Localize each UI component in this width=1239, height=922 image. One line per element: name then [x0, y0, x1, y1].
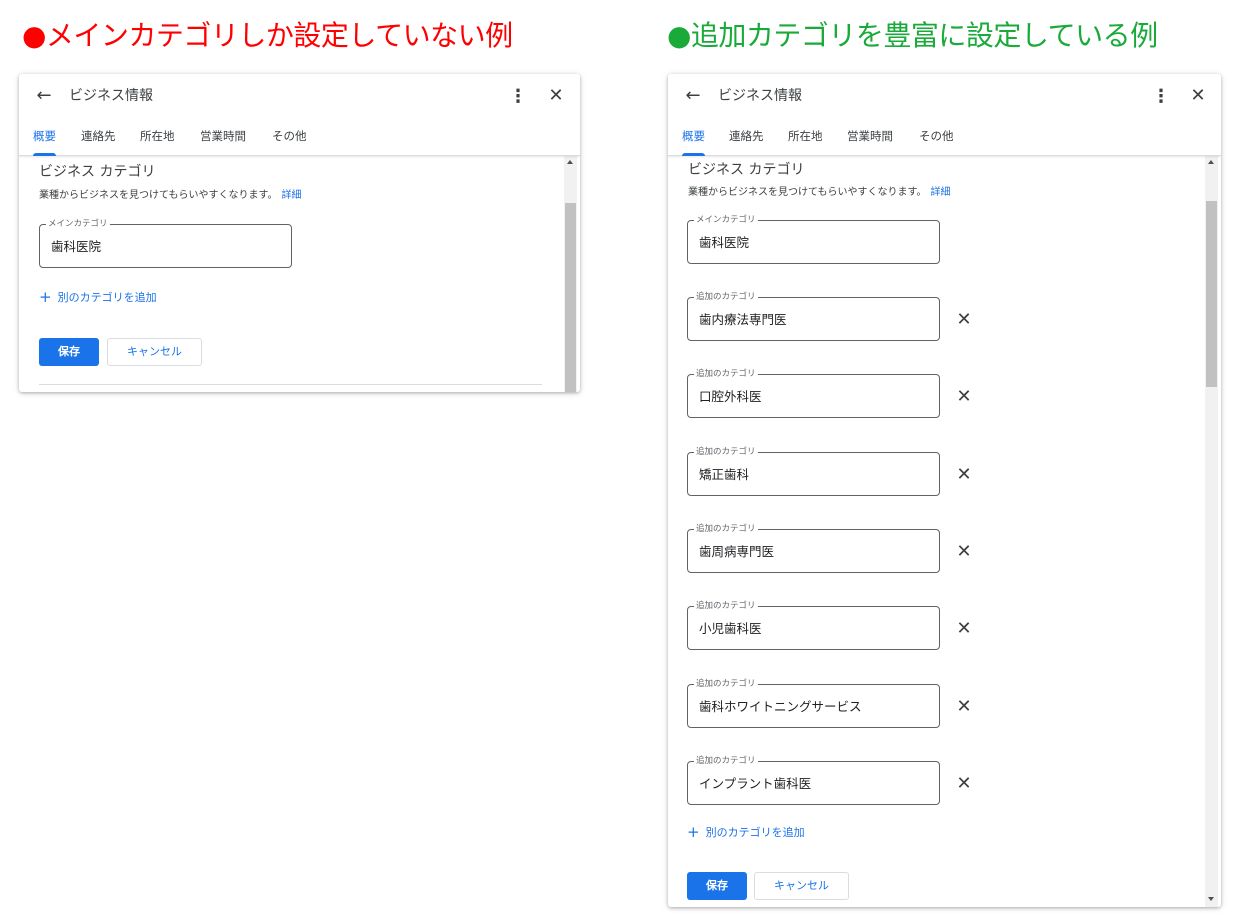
heading-main-only-example: ●メインカテゴリしか設定していない例	[22, 19, 513, 52]
dialog-header: ← ビジネス情報 ⋮ ✕ 概要 連絡先 所在地 営業時間 その他	[19, 74, 580, 156]
field-label: 追加のカテゴリ	[694, 445, 758, 459]
close-icon[interactable]: ✕	[1187, 85, 1209, 107]
scrollbar[interactable]	[564, 156, 577, 392]
field-label: 追加のカテゴリ	[694, 754, 758, 768]
save-button[interactable]: 保存	[39, 338, 99, 366]
remove-category-close-icon[interactable]: ✕	[954, 774, 974, 794]
section-description-text: 業種からビジネスを見つけてもらいやすくなります。	[688, 187, 927, 198]
plus-icon: +	[39, 288, 52, 306]
field-value: 矯正歯科	[699, 467, 750, 482]
remove-category-close-icon[interactable]: ✕	[954, 542, 974, 562]
cancel-button[interactable]: キャンセル	[754, 872, 849, 900]
main-category-field[interactable]: メインカテゴリ 歯科医院	[687, 213, 940, 264]
business-info-dialog-left: ← ビジネス情報 ⋮ ✕ 概要 連絡先 所在地 営業時間 その他 ビジネス カテ…	[19, 74, 580, 392]
additional-category-field[interactable]: 追加のカテゴリ 歯科ホワイトニングサービス	[687, 677, 940, 728]
dialog-title: ビジネス情報	[718, 88, 802, 104]
additional-category-field[interactable]: 追加のカテゴリ 歯周病専門医	[687, 522, 940, 573]
business-info-dialog-right: ← ビジネス情報 ⋮ ✕ 概要 連絡先 所在地 営業時間 その他 ビジネス カテ…	[668, 74, 1221, 907]
plus-icon: +	[687, 823, 700, 841]
divider	[39, 384, 542, 385]
remove-category-close-icon[interactable]: ✕	[954, 310, 974, 330]
save-button[interactable]: 保存	[687, 872, 747, 900]
field-value: インプラント歯科医	[699, 776, 812, 791]
cancel-button[interactable]: キャンセル	[107, 338, 202, 366]
scroll-up-arrow-icon[interactable]	[567, 160, 573, 164]
tab-location[interactable]: 所在地	[140, 126, 175, 156]
field-value: 歯科医院	[51, 239, 102, 254]
remove-category-close-icon[interactable]: ✕	[954, 697, 974, 717]
additional-category-field[interactable]: 追加のカテゴリ 小児歯科医	[687, 599, 940, 650]
additional-category-field[interactable]: 追加のカテゴリ 歯内療法専門医	[687, 290, 940, 341]
dialog-header: ← ビジネス情報 ⋮ ✕ 概要 連絡先 所在地 営業時間 その他	[668, 74, 1221, 156]
tab-hours[interactable]: 営業時間	[200, 126, 246, 156]
arrow-left-icon[interactable]: ←	[682, 85, 704, 107]
add-category-link[interactable]: + 別のカテゴリを追加	[687, 824, 805, 841]
section-title: ビジネス カテゴリ	[39, 164, 156, 180]
more-vert-icon[interactable]: ⋮	[1152, 87, 1170, 107]
scroll-down-arrow-icon[interactable]	[1208, 897, 1214, 901]
remove-category-close-icon[interactable]: ✕	[954, 619, 974, 639]
field-value: 小児歯科医	[699, 621, 762, 636]
additional-category-field[interactable]: 追加のカテゴリ 口腔外科医	[687, 367, 940, 418]
field-value: 歯内療法専門医	[699, 312, 787, 327]
arrow-left-icon[interactable]: ←	[33, 85, 55, 107]
field-label: 追加のカテゴリ	[694, 290, 758, 304]
remove-category-close-icon[interactable]: ✕	[954, 465, 974, 485]
section-description-text: 業種からビジネスを見つけてもらいやすくなります。	[39, 190, 278, 201]
additional-category-field[interactable]: 追加のカテゴリ インプラント歯科医	[687, 754, 940, 805]
field-value: 口腔外科医	[699, 389, 762, 404]
tab-contact[interactable]: 連絡先	[81, 126, 116, 156]
field-label: メインカテゴリ	[46, 217, 110, 231]
details-link[interactable]: 詳細	[282, 190, 302, 201]
field-label: 追加のカテゴリ	[694, 522, 758, 536]
tab-hours[interactable]: 営業時間	[847, 126, 893, 156]
more-vert-icon[interactable]: ⋮	[509, 87, 527, 107]
tab-contact[interactable]: 連絡先	[729, 126, 764, 156]
add-category-link[interactable]: + 別のカテゴリを追加	[39, 289, 157, 306]
additional-category-field[interactable]: 追加のカテゴリ 矯正歯科	[687, 445, 940, 496]
dialog-title: ビジネス情報	[69, 88, 153, 104]
tab-overview[interactable]: 概要	[682, 126, 705, 156]
section-description: 業種からビジネスを見つけてもらいやすくなります。 詳細	[688, 185, 951, 201]
scroll-thumb[interactable]	[565, 203, 576, 392]
field-label: メインカテゴリ	[694, 213, 758, 227]
add-category-label: 別のカテゴリを追加	[705, 826, 805, 839]
details-link[interactable]: 詳細	[931, 187, 951, 198]
field-value: 歯周病専門医	[699, 544, 775, 559]
field-label: 追加のカテゴリ	[694, 599, 758, 613]
tab-more[interactable]: その他	[272, 126, 307, 156]
field-value: 歯科医院	[699, 235, 750, 250]
field-value: 歯科ホワイトニングサービス	[699, 699, 862, 714]
field-label: 追加のカテゴリ	[694, 367, 758, 381]
scrollbar[interactable]	[1205, 156, 1218, 907]
remove-category-close-icon[interactable]: ✕	[954, 387, 974, 407]
field-label: 追加のカテゴリ	[694, 677, 758, 691]
tab-more[interactable]: その他	[919, 126, 954, 156]
heading-rich-categories-example: ●追加カテゴリを豊富に設定している例	[667, 19, 1158, 52]
main-category-field[interactable]: メインカテゴリ 歯科医院	[39, 217, 292, 268]
scroll-up-arrow-icon[interactable]	[1208, 160, 1214, 164]
tab-location[interactable]: 所在地	[788, 126, 823, 156]
tab-overview[interactable]: 概要	[33, 126, 56, 156]
scroll-thumb[interactable]	[1206, 201, 1217, 387]
section-description: 業種からビジネスを見つけてもらいやすくなります。 詳細	[39, 188, 302, 204]
add-category-label: 別のカテゴリを追加	[57, 291, 157, 304]
section-title: ビジネス カテゴリ	[688, 162, 805, 178]
close-icon[interactable]: ✕	[545, 85, 567, 107]
